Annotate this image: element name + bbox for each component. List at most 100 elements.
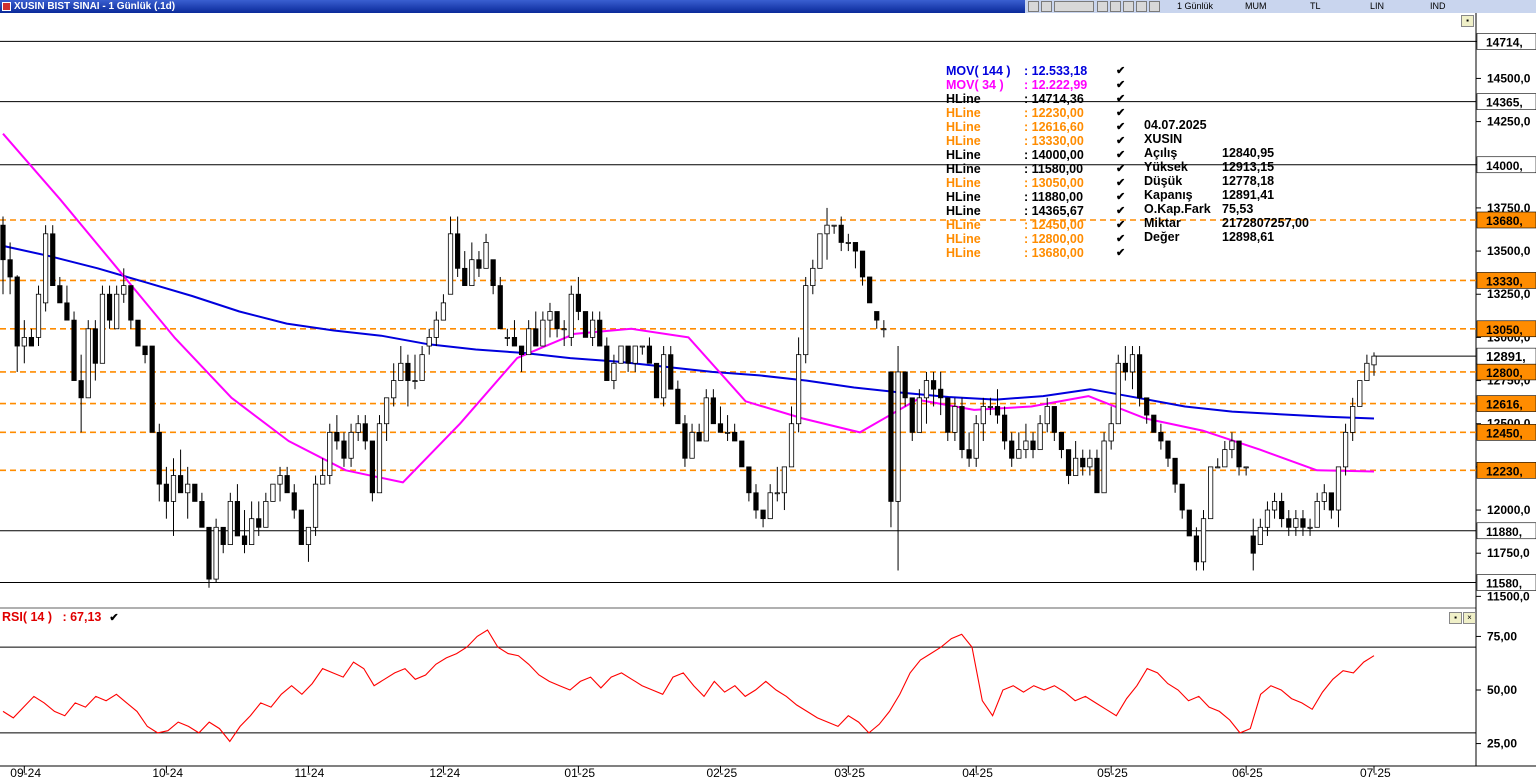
candle-body <box>653 362 660 399</box>
candle-body <box>64 302 70 321</box>
toolbar-currency[interactable]: TL <box>1310 0 1321 13</box>
candle-body <box>867 276 873 304</box>
hline-label: 14365, <box>1486 96 1523 110</box>
candle-body <box>1229 440 1235 451</box>
candle-body <box>440 302 447 321</box>
check-icon[interactable]: ✔ <box>1116 148 1125 162</box>
check-icon[interactable]: ✔ <box>1116 120 1125 134</box>
tool-icon[interactable] <box>1028 1 1039 12</box>
check-icon[interactable]: ✔ <box>1116 232 1125 246</box>
price-chart[interactable]: 11500,011750,012000,012250,012500,012750… <box>0 13 1536 779</box>
check-icon[interactable]: ✔ <box>1116 78 1125 92</box>
candle-body <box>859 250 866 278</box>
candle-body <box>7 259 13 278</box>
check-icon[interactable]: ✔ <box>1116 246 1125 260</box>
tool-icon[interactable] <box>1136 1 1147 12</box>
toolbar-indicator[interactable]: IND <box>1430 0 1446 13</box>
candle-body <box>646 345 653 364</box>
candle-body <box>334 431 340 442</box>
candle-body <box>35 293 42 338</box>
candle-body <box>852 242 859 252</box>
candle-body <box>270 483 276 502</box>
candle-body <box>1250 535 1256 554</box>
last-price-label: 12891, <box>1486 349 1526 364</box>
candle-body <box>611 362 617 381</box>
hline-name: HLine <box>946 92 981 106</box>
price-tick-label: 14500,0 <box>1487 71 1531 85</box>
toolbar-type[interactable]: MUM <box>1245 0 1267 13</box>
candle-body <box>1087 457 1093 468</box>
tool-icon[interactable] <box>1149 1 1160 12</box>
candle-body <box>589 319 596 338</box>
candle-body <box>341 440 347 459</box>
candle-body <box>604 345 610 381</box>
x-tick-label: 02-25 <box>706 766 737 779</box>
candle-body <box>554 311 560 330</box>
check-icon[interactable]: ✔ <box>1116 176 1125 190</box>
info-value: 2172807257,00 <box>1222 216 1309 230</box>
info-value: 75,53 <box>1222 202 1254 216</box>
candle-body <box>483 242 489 269</box>
tool-icon[interactable] <box>1054 1 1094 12</box>
candle-body <box>959 406 965 451</box>
hline-value: : 11580,00 <box>1024 162 1084 176</box>
app-icon <box>2 2 11 11</box>
candle-body <box>831 224 837 227</box>
candle-body <box>305 526 312 545</box>
candle-body <box>1158 431 1164 442</box>
x-tick-label: 11-24 <box>294 766 324 779</box>
hline-label: 12450, <box>1486 426 1523 440</box>
candle-body <box>220 526 226 545</box>
candle-body <box>121 285 127 295</box>
check-icon[interactable]: ✔ <box>1116 134 1125 148</box>
panel-menu-icon[interactable]: ▪ <box>1449 612 1462 624</box>
hline-value: : 13050,00 <box>1024 176 1084 190</box>
rsi-tick-label: 25,00 <box>1487 737 1517 751</box>
toolbar-scale[interactable]: LIN <box>1370 0 1384 13</box>
candle-body <box>106 293 113 321</box>
toolbar-period[interactable]: 1 Günlük <box>1177 0 1213 13</box>
tool-icon[interactable] <box>1041 1 1052 12</box>
price-tick-label: 11500,0 <box>1487 589 1530 603</box>
tool-icon[interactable] <box>1110 1 1121 12</box>
tool-icon[interactable] <box>1123 1 1134 12</box>
candle-body <box>1179 483 1185 511</box>
info-key: Yüksek <box>1144 160 1188 174</box>
candle-body <box>1044 406 1050 425</box>
price-tick-label: 12000,0 <box>1487 503 1531 517</box>
candle-body <box>170 475 177 502</box>
info-value: 12898,61 <box>1222 230 1275 244</box>
hline-label: 12800, <box>1486 366 1523 380</box>
x-tick-label: 01-25 <box>564 766 595 779</box>
price-tick-label: 14250,0 <box>1487 115 1531 129</box>
check-icon[interactable]: ✔ <box>109 612 118 624</box>
close-icon[interactable]: × <box>1463 612 1476 624</box>
x-tick-label: 06-25 <box>1232 766 1263 779</box>
candle-body <box>1257 526 1263 545</box>
check-icon[interactable]: ✔ <box>1116 106 1125 120</box>
info-value: 12778,18 <box>1222 174 1275 188</box>
window-title: XUSIN BIST SINAI - 1 Günlük (.1d) <box>14 1 176 12</box>
check-icon[interactable]: ✔ <box>1116 92 1125 106</box>
check-icon[interactable]: ✔ <box>1116 64 1125 78</box>
candle-body <box>1243 466 1249 469</box>
panel-buttons-top: ▪ <box>1460 15 1474 29</box>
hline-name: HLine <box>946 162 981 176</box>
check-icon[interactable]: ✔ <box>1116 190 1125 204</box>
candle-body <box>1151 414 1157 433</box>
candle-body <box>533 328 539 347</box>
candle-body <box>433 319 439 338</box>
price-tick-label: 13500,0 <box>1487 244 1531 258</box>
check-icon[interactable]: ✔ <box>1116 218 1125 232</box>
panel-menu-icon[interactable]: ▪ <box>1461 15 1474 27</box>
candle-body <box>383 397 390 425</box>
candle-body <box>206 526 212 580</box>
candle-body <box>938 388 944 399</box>
candle-body <box>1080 457 1086 468</box>
tool-icon[interactable] <box>1097 1 1108 12</box>
candle-body <box>1208 466 1214 520</box>
candle-body <box>724 431 731 434</box>
check-icon[interactable]: ✔ <box>1116 204 1125 218</box>
check-icon[interactable]: ✔ <box>1116 162 1125 176</box>
rsi-name: RSI( 14 ) <box>2 610 53 624</box>
